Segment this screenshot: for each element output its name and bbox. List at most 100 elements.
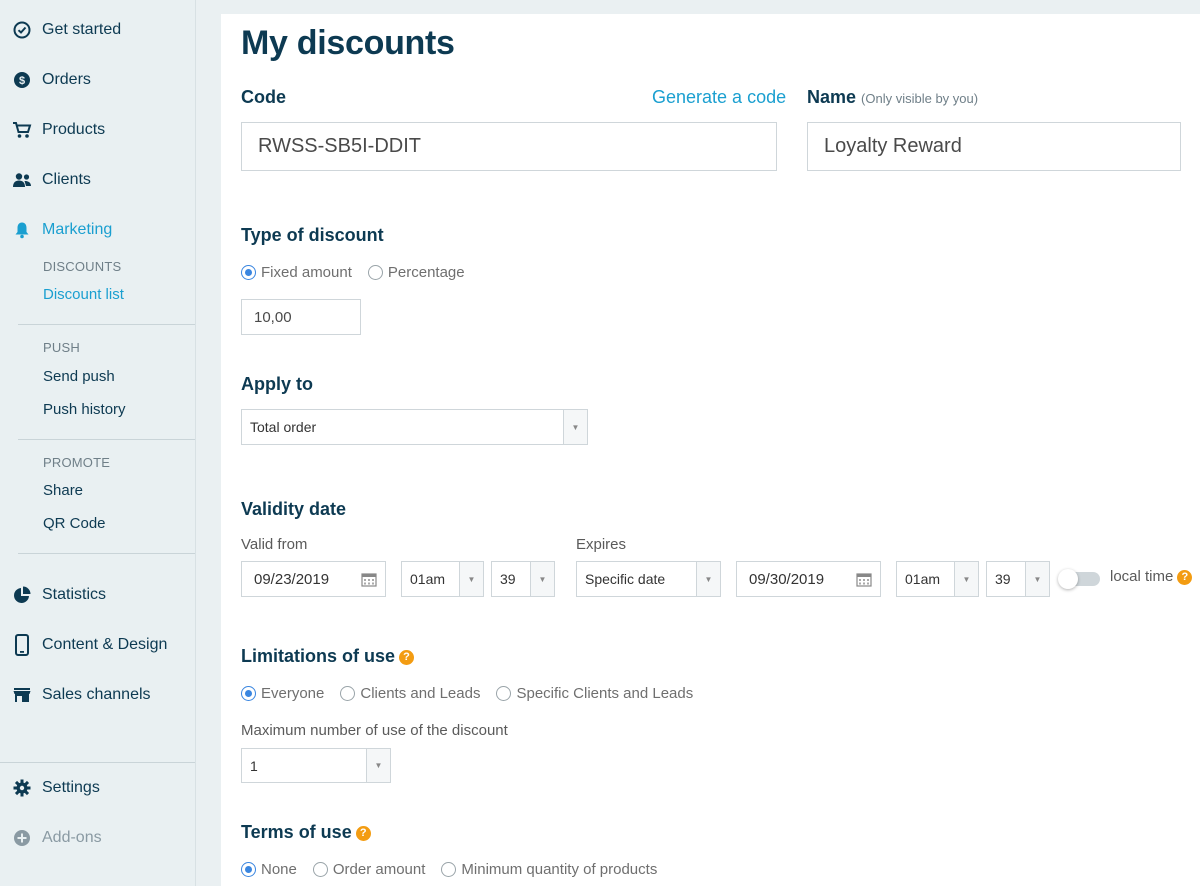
amount-input[interactable]: 10,00	[241, 299, 361, 335]
nav-get-started[interactable]: Get started	[0, 10, 195, 50]
nav-label: Get started	[42, 21, 122, 38]
radio-label: Percentage	[387, 264, 465, 281]
nav-settings[interactable]: Settings	[0, 768, 195, 808]
store-icon	[12, 685, 32, 705]
chevron-down-icon: ▼	[563, 410, 587, 444]
nav-marketing[interactable]: Marketing	[0, 210, 195, 250]
radio-clients-leads[interactable]: Clients and Leads	[340, 685, 480, 702]
date-value: 09/23/2019	[254, 570, 330, 588]
nav-label: Statistics	[42, 586, 107, 603]
expires-mode-select[interactable]: Specific date ▼	[576, 561, 721, 597]
radio-min-quantity[interactable]: Minimum quantity of products	[441, 861, 657, 878]
discounts-heading: DISCOUNTS	[43, 259, 122, 274]
code-input[interactable]: RWSS-SB5I-DDIT	[241, 122, 777, 171]
select-value: 01am	[905, 571, 941, 587]
radio-dot	[241, 862, 256, 877]
select-value: 39	[500, 571, 516, 587]
radio-label: Everyone	[261, 685, 325, 702]
select-value: 01am	[410, 571, 446, 587]
local-time-toggle[interactable]	[1058, 569, 1100, 589]
expires-date-input[interactable]: 09/30/2019	[736, 561, 881, 597]
nav-label: Content & Design	[42, 636, 168, 653]
discount-type-radios: Fixed amount Percentage	[241, 264, 481, 281]
phone-icon	[12, 634, 32, 656]
toggle-knob	[1058, 569, 1078, 589]
bell-icon	[12, 220, 32, 240]
name-note: (Only visible by you)	[861, 91, 979, 106]
help-icon[interactable]: ?	[399, 649, 415, 665]
plus-circle-icon	[12, 828, 32, 848]
generate-code-link[interactable]: Generate a code	[652, 87, 786, 108]
calendar-icon	[856, 572, 872, 591]
radio-order-amount[interactable]: Order amount	[312, 861, 425, 878]
valid-from-label: Valid from	[241, 536, 308, 553]
radio-dot	[312, 862, 328, 877]
expires-minute-select[interactable]: 39 ▼	[986, 561, 1050, 597]
radio-label: Fixed amount	[261, 264, 352, 281]
radio-dot	[367, 265, 383, 280]
users-icon	[12, 170, 32, 190]
page-title: My discounts	[241, 24, 455, 62]
chevron-down-icon: ▼	[1025, 562, 1049, 596]
sidebar: Get started $ Orders Products Clients Ma…	[0, 0, 196, 886]
code-label: Code	[241, 87, 286, 107]
calendar-icon	[361, 572, 377, 591]
sidebar-item-share[interactable]: Share	[43, 482, 83, 499]
radio-percentage[interactable]: Percentage	[367, 264, 465, 281]
radio-dot	[241, 686, 256, 701]
valid-from-date-input[interactable]: 09/23/2019	[241, 561, 386, 597]
nav-add-ons[interactable]: Add-ons	[0, 818, 195, 858]
chevron-down-icon: ▼	[366, 749, 390, 782]
radio-dot	[241, 265, 256, 280]
radio-dot	[340, 686, 356, 701]
max-use-select[interactable]: 1 ▼	[241, 748, 391, 783]
terms-text: Terms of use	[241, 822, 352, 842]
apply-to-title: Apply to	[241, 374, 313, 394]
help-icon[interactable]: ?	[355, 825, 371, 841]
valid-from-minute-select[interactable]: 39 ▼	[491, 561, 555, 597]
limitations-title: Limitations of use?	[241, 646, 415, 667]
divider	[18, 439, 195, 440]
nav-orders[interactable]: $ Orders	[0, 60, 195, 100]
name-label: Name (Only visible by you)	[807, 87, 978, 108]
nav-label: Products	[42, 121, 106, 138]
limitations-text: Limitations of use	[241, 646, 396, 666]
nav-statistics[interactable]: Statistics	[0, 575, 195, 615]
svg-text:$: $	[19, 75, 25, 87]
expires-hour-select[interactable]: 01am ▼	[896, 561, 979, 597]
nav-sales-channels[interactable]: Sales channels	[0, 675, 195, 715]
local-time-label: local time?	[1110, 568, 1193, 585]
radio-none[interactable]: None	[241, 861, 297, 878]
nav-label: Add-ons	[42, 829, 102, 846]
nav-label: Sales channels	[42, 686, 151, 703]
chevron-down-icon: ▼	[530, 562, 554, 596]
dollar-circle-icon: $	[12, 70, 32, 90]
divider	[18, 553, 195, 554]
pie-chart-icon	[12, 585, 32, 605]
radio-dot	[496, 686, 512, 701]
local-time-text: local time	[1110, 568, 1174, 585]
radio-everyone[interactable]: Everyone	[241, 685, 324, 702]
chevron-down-icon: ▼	[954, 562, 978, 596]
nav-content-design[interactable]: Content & Design	[0, 625, 195, 665]
apply-to-select[interactable]: Total order ▼	[241, 409, 588, 445]
radio-fixed-amount[interactable]: Fixed amount	[241, 264, 352, 281]
sidebar-item-discount-list[interactable]: Discount list	[43, 286, 124, 303]
nav-label: Clients	[42, 171, 91, 188]
radio-label: Minimum quantity of products	[461, 861, 658, 878]
radio-specific-clients[interactable]: Specific Clients and Leads	[496, 685, 693, 702]
help-icon[interactable]: ?	[1177, 569, 1193, 585]
promote-heading: PROMOTE	[43, 455, 111, 470]
sidebar-item-qr-code[interactable]: QR Code	[43, 515, 106, 532]
check-circle-icon	[12, 20, 32, 40]
nav-clients[interactable]: Clients	[0, 160, 195, 200]
valid-from-hour-select[interactable]: 01am ▼	[401, 561, 484, 597]
name-input[interactable]: Loyalty Reward	[807, 122, 1181, 171]
nav-products[interactable]: Products	[0, 110, 195, 150]
sidebar-item-send-push[interactable]: Send push	[43, 368, 115, 385]
select-value: Total order	[250, 419, 317, 435]
name-label-text: Name	[807, 87, 857, 107]
sidebar-item-push-history[interactable]: Push history	[43, 401, 126, 418]
radio-dot	[441, 862, 457, 877]
terms-title: Terms of use?	[241, 822, 371, 843]
